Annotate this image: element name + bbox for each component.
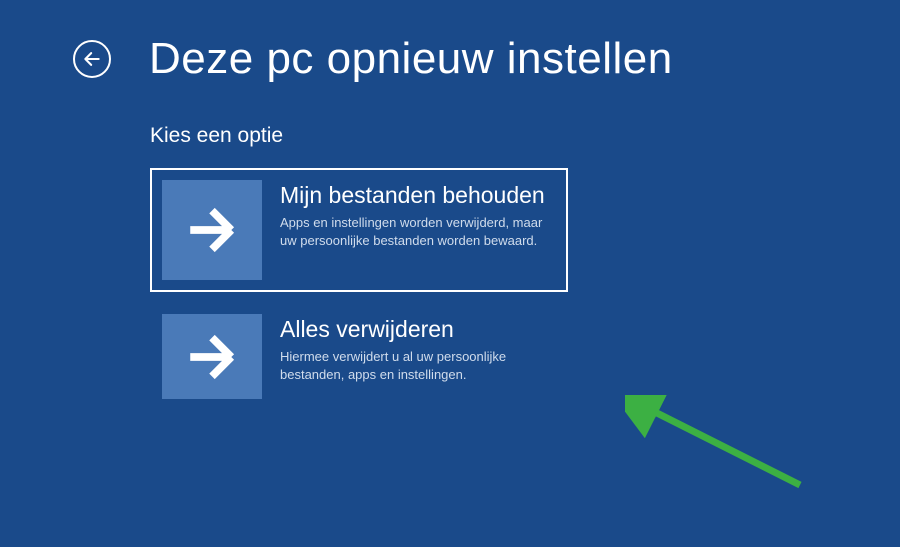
option-text: Mijn bestanden behouden Apps en instelli…: [280, 180, 556, 250]
arrow-left-icon: [82, 49, 102, 69]
option-keep-files[interactable]: Mijn bestanden behouden Apps en instelli…: [150, 168, 568, 292]
option-text: Alles verwijderen Hiermee verwijdert u a…: [280, 314, 556, 384]
page-title: Deze pc opnieuw instellen: [149, 34, 673, 84]
option-description: Hiermee verwijdert u al uw persoonlijke …: [280, 348, 556, 383]
header: Deze pc opnieuw instellen: [0, 0, 900, 84]
option-remove-everything[interactable]: Alles verwijderen Hiermee verwijdert u a…: [150, 302, 568, 411]
option-title: Mijn bestanden behouden: [280, 182, 556, 208]
subtitle: Kies een optie: [150, 124, 900, 148]
arrow-right-icon: [162, 180, 262, 280]
back-button[interactable]: [73, 40, 111, 78]
option-description: Apps en instellingen worden verwijderd, …: [280, 214, 556, 249]
options-list: Mijn bestanden behouden Apps en instelli…: [150, 168, 900, 411]
arrow-right-icon: [162, 314, 262, 399]
annotation-arrow-icon: [625, 395, 825, 505]
option-title: Alles verwijderen: [280, 316, 556, 342]
